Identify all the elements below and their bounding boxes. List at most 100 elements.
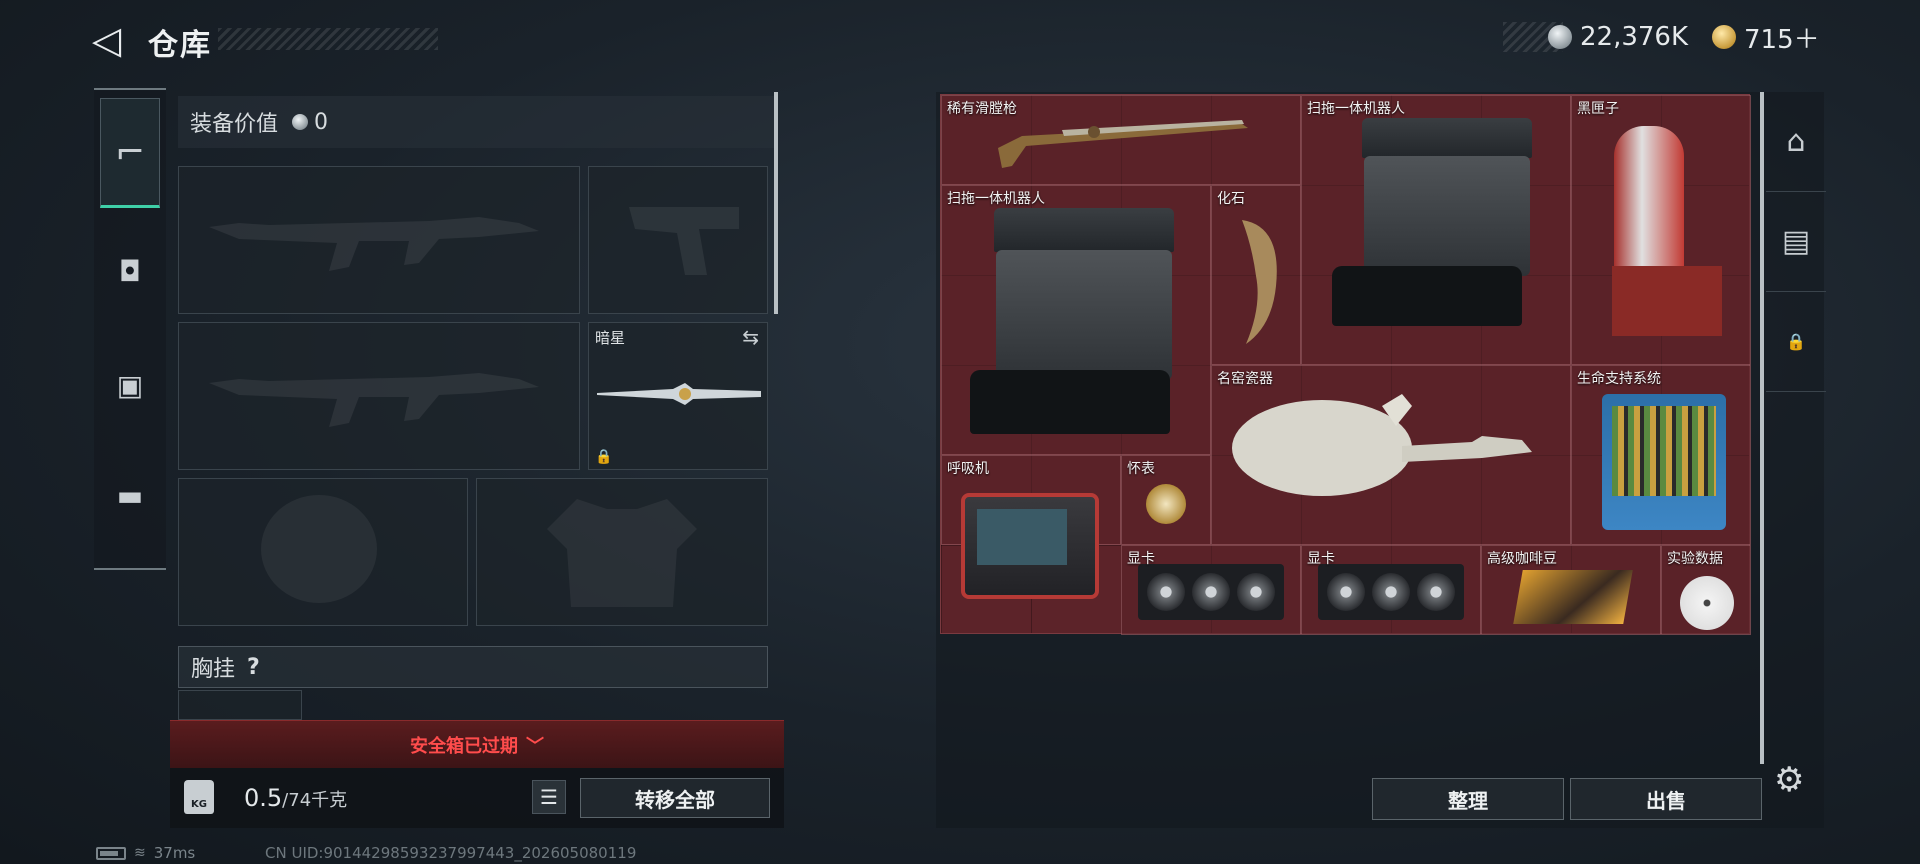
disc-icon <box>1680 576 1734 630</box>
weight-max: /74千克 <box>282 790 348 811</box>
knife-icon <box>597 383 761 405</box>
organize-button[interactable]: 整理 <box>1372 778 1564 820</box>
safe-box-expired-text: 安全箱已过期 <box>410 735 518 757</box>
item-label: 稀有滑膛枪 <box>947 101 1017 117</box>
transfer-all-button[interactable]: 转移全部 <box>580 778 770 818</box>
stash-item-robot-vacuum[interactable]: 扫拖一体机器人 <box>941 185 1211 455</box>
item-label: 扫拖一体机器人 <box>1307 101 1405 117</box>
gold-currency-value: 715＋ <box>1744 24 1820 55</box>
wifi-icon: ≋ <box>134 845 146 861</box>
stash-scrollbar[interactable] <box>1760 92 1764 764</box>
lock-icon: 🔒 <box>1786 332 1806 351</box>
armor-slot[interactable] <box>476 478 768 626</box>
item-label: 显卡 <box>1307 551 1335 567</box>
nav-stash-level[interactable]: ▤ <box>1766 192 1826 292</box>
chest-rig-slot[interactable] <box>178 690 302 720</box>
user-uid: CN UID:9014429859323799744​3_20260508011… <box>265 844 637 862</box>
briefcase-icon: ▬ <box>116 478 144 512</box>
item-label: 生命支持系统 <box>1577 371 1661 387</box>
nav-backpack[interactable]: ◘ <box>100 216 160 326</box>
stash-item-gpu[interactable]: 显卡 <box>1301 545 1481 635</box>
primary-weapon-slot[interactable] <box>178 166 580 314</box>
safe-box-expired-banner[interactable]: 安全箱已过期 ﹀ <box>170 720 784 768</box>
gpu-icon <box>1318 564 1464 620</box>
item-label: 化石 <box>1217 191 1245 207</box>
nav-case[interactable]: ▬ <box>100 440 160 550</box>
melee-slot-label: 暗星 <box>595 329 626 347</box>
melee-slot[interactable]: 暗星 ⇆ 🔒 <box>588 322 768 470</box>
back-button[interactable]: ◁ <box>92 20 128 60</box>
stash-item-musket[interactable]: 稀有滑膛枪 <box>941 95 1301 185</box>
chevron-down-icon: ﹀ <box>526 735 544 757</box>
item-label: 扫拖一体机器人 <box>947 191 1045 207</box>
item-label: 怀表 <box>1127 461 1155 477</box>
stash-item-coffee-beans[interactable]: 高级咖啡豆 <box>1481 545 1661 635</box>
swap-icon[interactable]: ⇆ <box>742 325 759 349</box>
pistol-silhouette-icon <box>629 207 739 275</box>
chest-rig-header: 胸挂 ? <box>178 646 768 688</box>
weight-readout: 0.5/74千克 <box>244 784 347 812</box>
stash-item-fossil[interactable]: 化石 <box>1211 185 1301 365</box>
backpack-icon: ◘ <box>118 254 142 288</box>
item-label: 呼吸机 <box>947 461 989 477</box>
pocket-watch-icon <box>1146 484 1186 524</box>
pistol-slot[interactable] <box>588 166 768 314</box>
helmet-silhouette-icon <box>261 495 377 603</box>
silver-currency[interactable]: 22,376K <box>1548 20 1688 54</box>
equipment-value-label: 装备价值 <box>190 112 279 137</box>
chest-rig-label: 胸挂 <box>191 657 236 682</box>
nav-safe-box[interactable]: ⌂ <box>1766 92 1826 192</box>
list-view-button[interactable]: ☰ <box>532 780 566 814</box>
claw-fossil-icon <box>1242 220 1277 344</box>
item-label: 名窑瓷器 <box>1217 371 1273 387</box>
help-icon[interactable]: ? <box>247 655 260 680</box>
equipment-value-bar: 装备价值 0 <box>178 96 774 148</box>
vest-icon: ▣ <box>116 368 144 402</box>
stash-item-pocket-watch[interactable]: 怀表 <box>1121 455 1211 545</box>
stash-item-black-box[interactable]: 黑匣子 <box>1571 95 1751 365</box>
stash-item-robot-vacuum[interactable]: 扫拖一体机器人 <box>1301 95 1571 365</box>
stash-item-experiment-data[interactable]: 实验数据 <box>1661 545 1751 635</box>
weight-current: 0.5 <box>244 784 283 812</box>
equipment-category-nav: ⌐ ◘ ▣ ▬ <box>94 88 166 570</box>
stash-side-nav: ⌂ ▤ 🔒 <box>1766 92 1826 402</box>
gpu-icon <box>1138 564 1284 620</box>
stash-item-gpu[interactable]: 显卡 <box>1121 545 1301 635</box>
safe-icon: ⌂ <box>1786 124 1806 159</box>
silver-coin-icon <box>1548 25 1572 49</box>
ping-value: 37ms <box>153 844 196 862</box>
armor-silhouette-icon <box>547 499 697 607</box>
stash-item-life-support[interactable]: 生命支持系统 <box>1571 365 1751 545</box>
nav-locked[interactable]: 🔒 <box>1766 292 1826 392</box>
secondary-weapon-slot[interactable] <box>178 322 580 470</box>
helmet-slot[interactable] <box>178 478 468 626</box>
gold-coin-icon <box>1712 25 1736 49</box>
nav-vest[interactable]: ▣ <box>100 330 160 440</box>
rifle-silhouette-icon <box>209 217 539 271</box>
list-icon: ☰ <box>540 785 558 809</box>
item-label: 显卡 <box>1127 551 1155 567</box>
weight-icon: KG <box>184 780 214 814</box>
item-label: 实验数据 <box>1667 551 1723 567</box>
page-title: 仓库 <box>148 28 212 63</box>
silver-coin-icon <box>292 114 309 130</box>
title-stripe-decoration <box>218 28 438 50</box>
settings-button[interactable]: ⚙ <box>1774 760 1804 800</box>
gear-icon: ⚙ <box>1774 760 1805 800</box>
stash-grid: 稀有滑膛枪 扫拖一体机器人 黑匣子 扫拖一体机器人 化石 名窑瓷器 生命支持系统… <box>940 94 1751 635</box>
status-bar: ≋ 37ms <box>96 844 195 862</box>
equipment-scrollbar[interactable] <box>774 92 778 314</box>
equipment-value: 0 <box>314 109 329 135</box>
ventilator-icon <box>961 493 1099 599</box>
lock-icon: 🔒 <box>595 449 613 465</box>
stash-item-porcelain-vase[interactable]: 名窑瓷器 <box>1211 365 1571 545</box>
nav-weapons[interactable]: ⌐ <box>100 98 160 208</box>
back-arrow-icon: ◁ <box>92 18 122 62</box>
item-label: 高级咖啡豆 <box>1487 551 1557 567</box>
battery-icon <box>96 846 126 860</box>
pistol-icon: ⌐ <box>114 131 146 173</box>
stash-level-icon: ▤ <box>1781 224 1811 259</box>
vase-icon <box>1232 394 1532 496</box>
gold-currency[interactable]: 715＋ <box>1712 20 1820 55</box>
sell-button[interactable]: 出售 <box>1570 778 1762 820</box>
